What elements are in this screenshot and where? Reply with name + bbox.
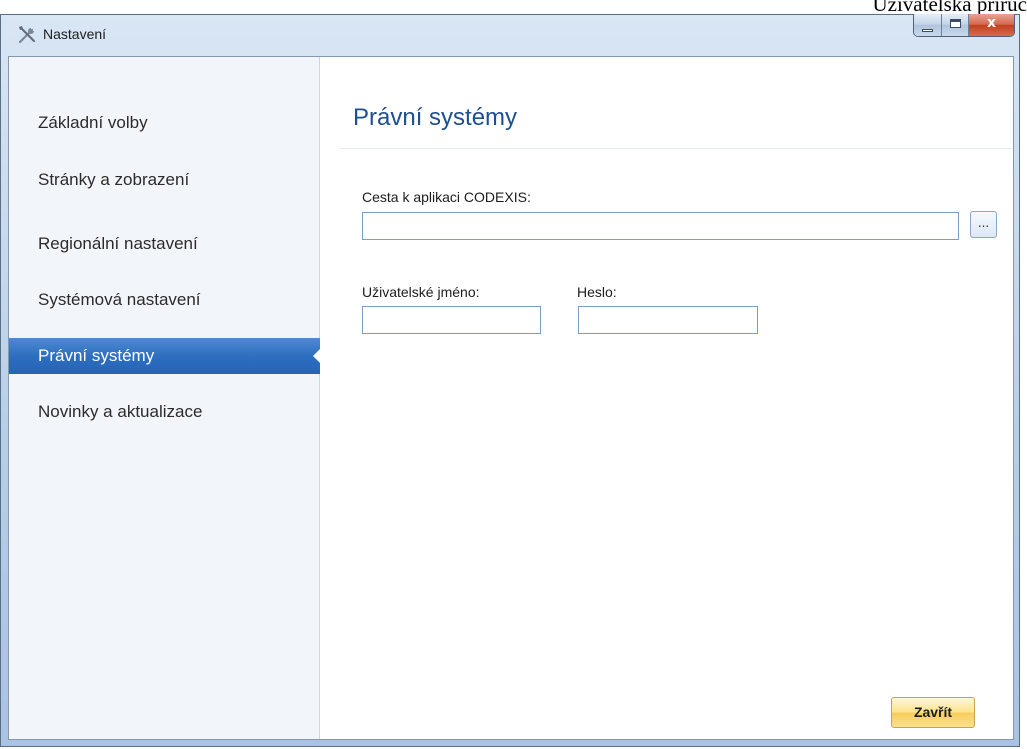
close-window-button[interactable]: x — [968, 14, 1014, 36]
password-label: Heslo: — [577, 284, 617, 300]
settings-content: Právní systémy Cesta k aplikaci CODEXIS:… — [320, 57, 1013, 739]
caption-buttons: x — [913, 14, 1015, 37]
minimize-button[interactable] — [914, 14, 941, 36]
minimize-icon — [914, 21, 941, 36]
password-input[interactable] — [578, 306, 758, 334]
sidebar-item-pravni-systemy[interactable]: Právní systémy — [9, 338, 321, 374]
sidebar-item-regionalni-nastaveni[interactable]: Regionální nastavení — [9, 226, 320, 262]
close-button[interactable]: Zavřít — [891, 697, 975, 728]
sidebar-item-zakladni-volby[interactable]: Základní volby — [9, 105, 320, 141]
sidebar-item-novinky-a-aktualizace[interactable]: Novinky a aktualizace — [9, 394, 320, 430]
page-title: Právní systémy — [353, 104, 518, 131]
title-divider — [340, 148, 1013, 149]
maximize-icon — [942, 16, 968, 32]
settings-sidebar: Základní volby Stránky a zobrazení Regio… — [9, 57, 321, 739]
window-title: Nastavení — [43, 26, 107, 42]
window-client-area: Základní volby Stránky a zobrazení Regio… — [8, 56, 1014, 740]
tools-icon — [18, 26, 35, 44]
close-icon: x — [986, 15, 997, 31]
maximize-button[interactable] — [941, 14, 968, 36]
browse-button[interactable]: ... — [970, 211, 997, 238]
sidebar-item-stranky-a-zobrazeni[interactable]: Stránky a zobrazení — [9, 162, 320, 198]
codexis-path-label: Cesta k aplikaci CODEXIS: — [362, 189, 531, 205]
sidebar-item-systemova-nastaveni[interactable]: Systémová nastavení — [9, 282, 320, 318]
settings-window: Nastavení x Základní volby Stránky a zob… — [0, 14, 1020, 747]
codexis-path-input[interactable] — [362, 212, 959, 240]
username-label: Uživatelské jméno: — [362, 284, 480, 300]
username-input[interactable] — [362, 306, 541, 334]
title-bar[interactable]: Nastavení x — [1, 14, 1019, 55]
